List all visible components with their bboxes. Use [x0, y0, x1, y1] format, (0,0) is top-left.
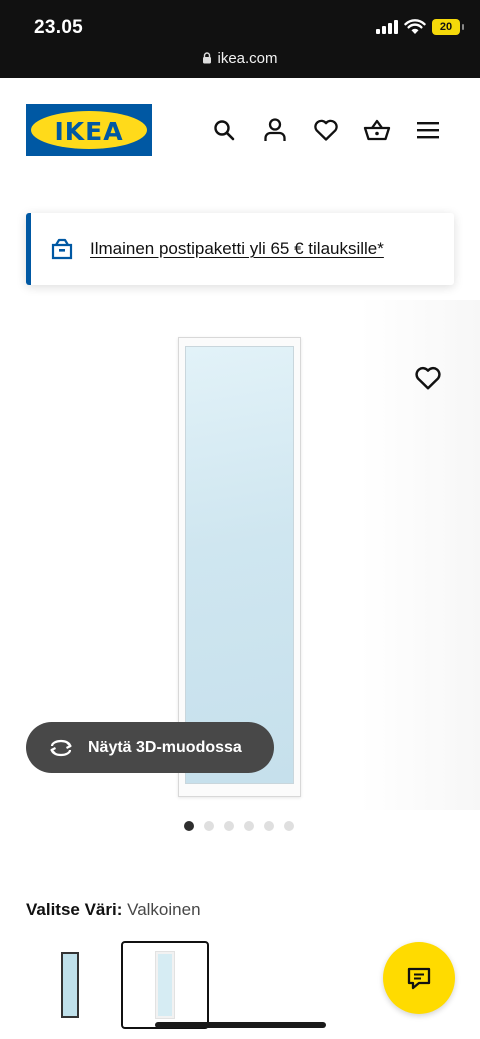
thumb-image-black-mirror	[61, 952, 79, 1018]
pagination-dot[interactable]	[284, 821, 294, 831]
color-option-white[interactable]	[121, 941, 209, 1029]
logo-oval: IKEA	[31, 111, 147, 149]
url-bar[interactable]: ikea.com	[0, 50, 480, 67]
search-icon	[214, 120, 235, 141]
pagination-dot[interactable]	[224, 821, 234, 831]
battery-indicator: 20	[432, 19, 464, 35]
chat-button[interactable]	[383, 942, 455, 1014]
menu-button[interactable]	[414, 116, 442, 144]
status-time: 23.05	[34, 17, 84, 38]
menu-icon	[417, 122, 439, 139]
cellular-signal-icon	[376, 20, 398, 34]
mirror-glass	[185, 346, 294, 784]
home-indicator[interactable]	[155, 1022, 326, 1028]
favorites-icon	[314, 119, 338, 141]
promo-link[interactable]: Ilmainen postipaketti yli 65 € tilauksil…	[90, 239, 384, 259]
delivery-box-icon	[51, 238, 73, 260]
pagination-dot[interactable]	[264, 821, 274, 831]
basket-button[interactable]	[363, 116, 391, 144]
logo-text: IKEA	[54, 116, 124, 146]
url-text: ikea.com	[217, 50, 278, 67]
site-header: IKEA	[0, 78, 480, 188]
favorites-button[interactable]	[312, 116, 340, 144]
heart-icon	[415, 366, 441, 390]
chat-icon	[407, 967, 431, 990]
pagination-dot[interactable]	[244, 821, 254, 831]
lock-icon	[203, 52, 212, 64]
status-icons: 20	[376, 19, 464, 35]
color-options	[26, 941, 216, 1029]
status-bar: 23.05 20 ikea.com	[0, 0, 480, 78]
color-selector-value: Valkoinen	[127, 900, 201, 919]
free-shipping-banner[interactable]: Ilmainen postipaketti yli 65 € tilauksil…	[26, 213, 454, 285]
account-icon	[264, 118, 286, 141]
pagination-dot[interactable]	[184, 821, 194, 831]
rotate-3d-icon	[50, 739, 72, 756]
ikea-logo[interactable]: IKEA	[26, 104, 152, 156]
account-button[interactable]	[261, 116, 289, 144]
view-in-3d-label: Näytä 3D-muodossa	[88, 738, 242, 756]
pagination-dot[interactable]	[204, 821, 214, 831]
header-actions	[210, 116, 465, 144]
add-to-favorites-button[interactable]	[414, 365, 442, 393]
search-button[interactable]	[210, 116, 238, 144]
color-selector-label: Valitse Väri:	[26, 900, 123, 919]
color-option-black[interactable]	[26, 941, 114, 1029]
product-image-gallery[interactable]: Näytä 3D-muodossa	[0, 300, 480, 810]
battery-level: 20	[439, 21, 453, 33]
color-selector-heading: Valitse Väri: Valkoinen	[26, 900, 201, 920]
thumb-image-white-mirror	[156, 952, 174, 1018]
basket-icon	[363, 119, 391, 141]
wifi-icon	[404, 19, 426, 34]
view-in-3d-button[interactable]: Näytä 3D-muodossa	[26, 722, 274, 773]
gallery-pagination	[184, 821, 294, 831]
